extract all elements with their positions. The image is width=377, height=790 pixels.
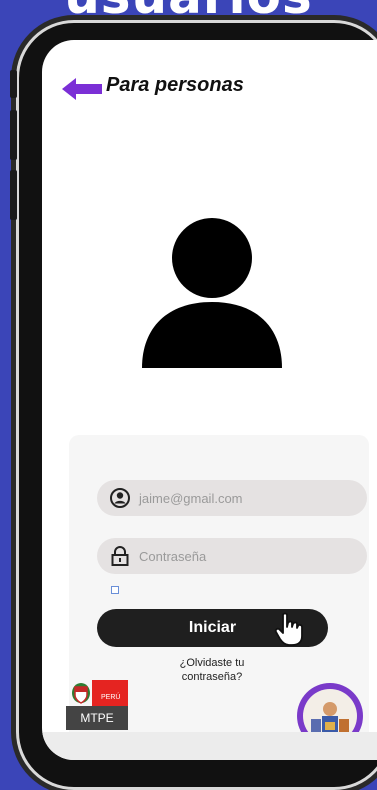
user-circle-icon	[110, 488, 130, 508]
forgot-line-2: contraseña?	[181, 671, 243, 683]
peru-flag-block: PERÚ	[92, 680, 128, 706]
logo-country: PERÚ	[101, 694, 121, 701]
lock-icon	[111, 546, 129, 566]
phone-side-button	[10, 170, 17, 220]
login-button-label: Iniciar	[188, 619, 237, 636]
phone-side-button	[10, 110, 17, 160]
forgot-password-link[interactable]: ¿Olvidaste tu contraseña?	[162, 656, 262, 684]
logo-agency: MTPE	[66, 706, 128, 730]
coat-of-arms-icon	[72, 683, 90, 704]
email-field[interactable]: jaime@gmail.com	[97, 480, 367, 516]
phone-side-button	[10, 70, 17, 98]
mtpe-logo: PERÚ MTPE	[66, 680, 128, 732]
bottom-bar	[42, 732, 377, 760]
password-field[interactable]: Contraseña	[97, 538, 367, 574]
phone-screen: Para personas jaime@gmail.com Contraseña…	[42, 40, 377, 760]
forgot-line-1: ¿Olvidaste tu	[179, 657, 245, 669]
email-value: jaime@gmail.com	[139, 490, 243, 506]
password-placeholder: Contraseña	[139, 548, 207, 564]
back-arrow-icon[interactable]	[62, 78, 102, 100]
screen-title: Para personas	[106, 74, 244, 96]
remember-checkbox[interactable]	[111, 586, 119, 594]
hand-pointer-icon	[274, 612, 303, 646]
user-avatar-icon	[142, 218, 282, 368]
